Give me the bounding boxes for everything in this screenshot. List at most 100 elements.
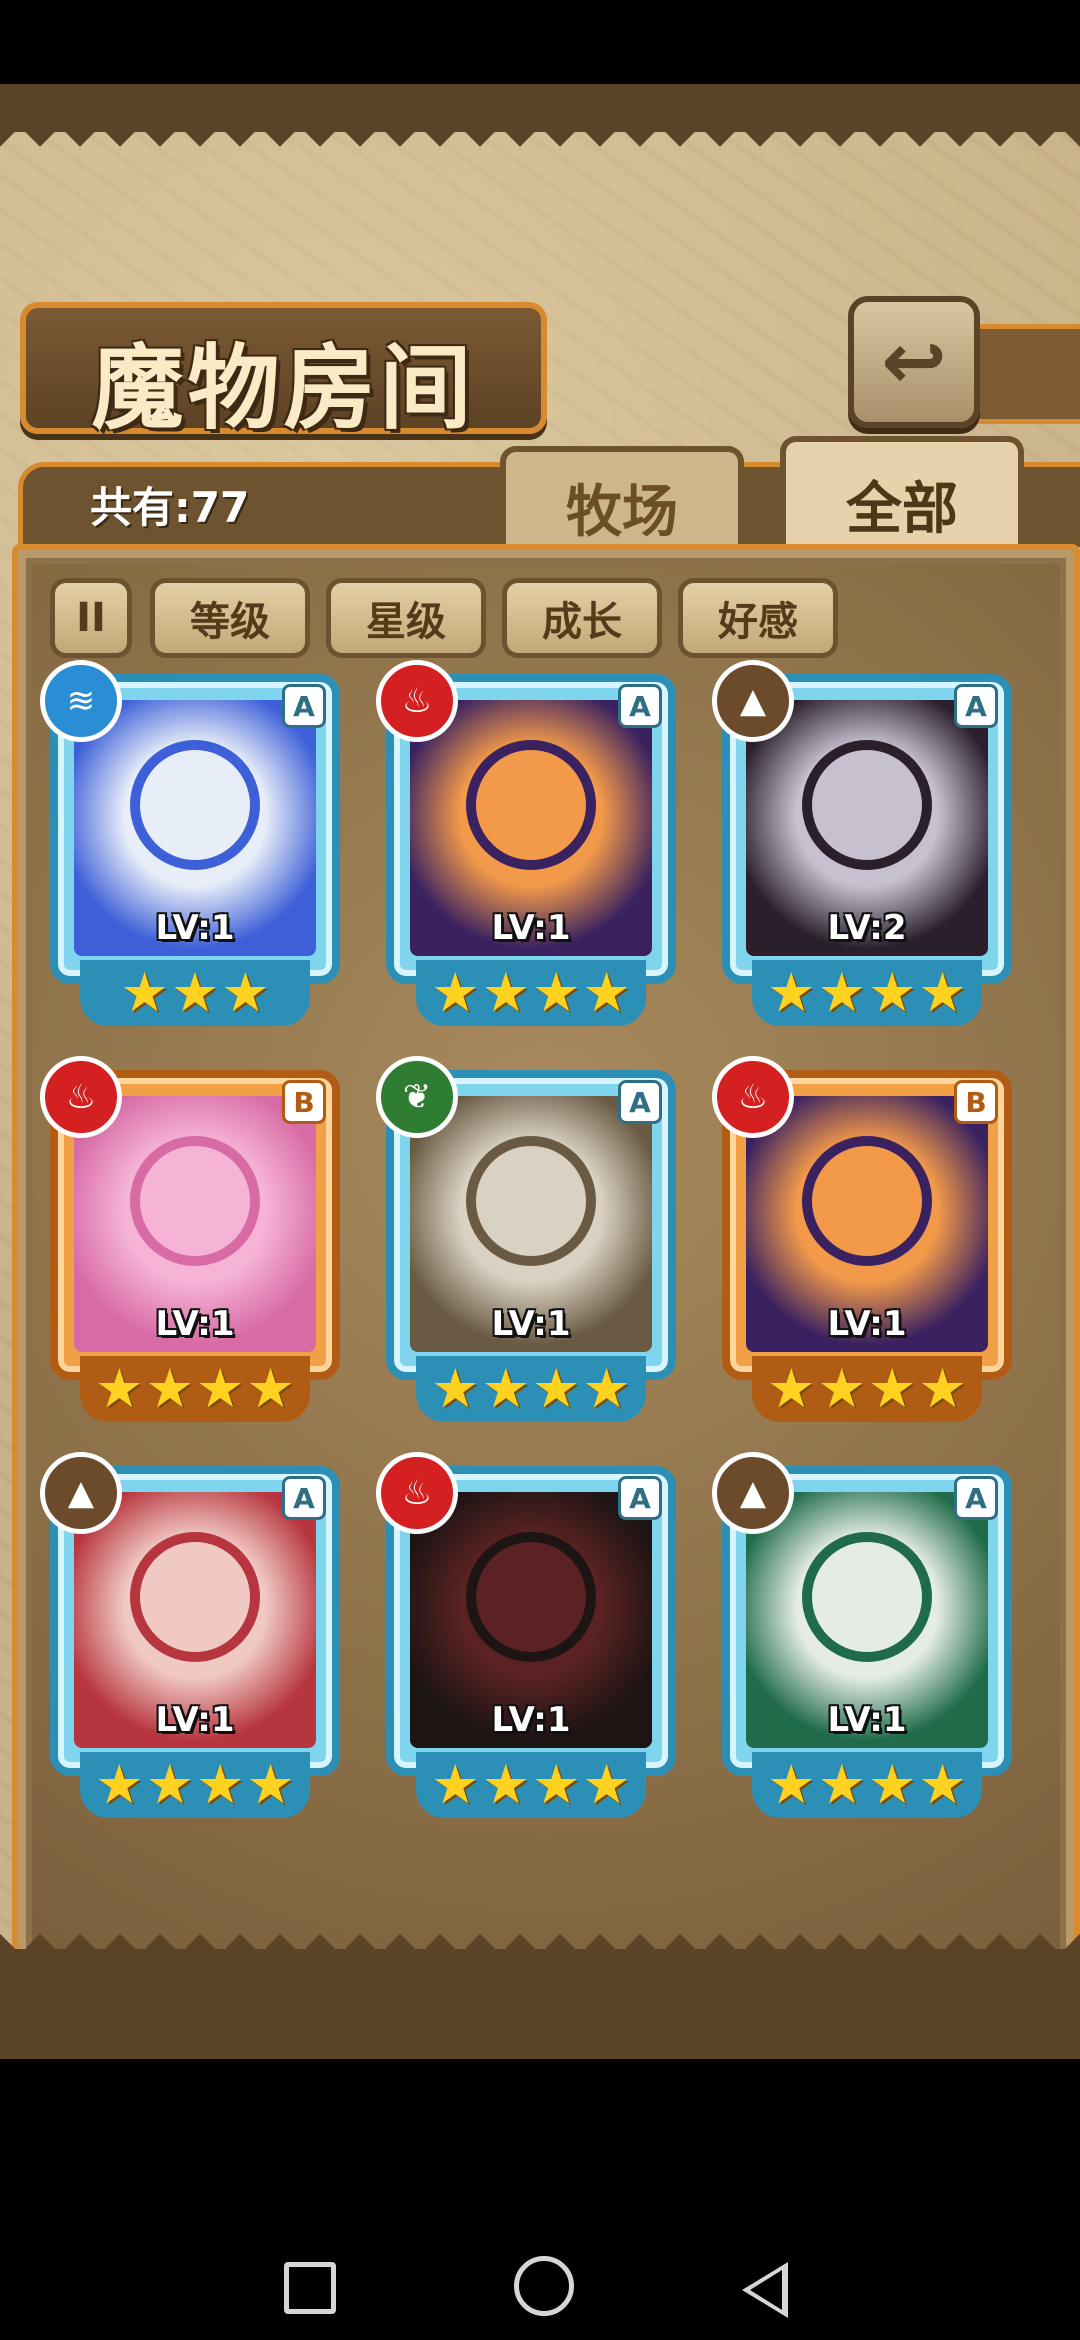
monster-card[interactable]: A ❦ LV:1 ★ ★ ★ ★: [376, 1056, 686, 1426]
star-icon: ★: [817, 1357, 866, 1420]
rank-badge: B: [282, 1080, 326, 1124]
star-icon: ★: [868, 1753, 917, 1816]
title-plate: 魔物房间: [20, 302, 547, 442]
monster-card[interactable]: A ▲ LV:1 ★ ★ ★ ★: [712, 1452, 1022, 1822]
monster-level: LV:1: [155, 908, 235, 948]
rank-badge: A: [618, 1080, 662, 1124]
monster-figure: [140, 1146, 250, 1256]
fire-icon: ♨: [376, 1452, 458, 1534]
star-icon: ★: [431, 961, 480, 1024]
star-rating: ★ ★ ★ ★: [416, 1752, 646, 1818]
sort-affection-button[interactable]: 好感: [678, 578, 838, 658]
monster-card[interactable]: A ▲ LV:2 ★ ★ ★ ★: [712, 660, 1022, 1030]
monster-figure: [476, 1542, 586, 1652]
star-icon: ★: [481, 961, 530, 1024]
rank-badge: A: [954, 1476, 998, 1520]
bottom-border: [0, 1923, 1080, 2059]
star-rating: ★ ★ ★ ★: [752, 960, 982, 1026]
monster-level: LV:2: [827, 908, 907, 948]
star-rating: ★ ★ ★ ★: [80, 1752, 310, 1818]
pause-button[interactable]: II: [50, 578, 132, 658]
star-icon: ★: [95, 1357, 144, 1420]
monster-figure: [812, 750, 922, 860]
monster-count: 共有:77: [90, 483, 250, 532]
rank-badge: A: [954, 684, 998, 728]
star-icon: ★: [481, 1357, 530, 1420]
monster-card[interactable]: A ≋ LV:1 ★ ★ ★: [40, 660, 350, 1030]
sort-star-button[interactable]: 星级: [326, 578, 486, 658]
star-icon: ★: [170, 961, 220, 1024]
sort-growth-button[interactable]: 成长: [502, 578, 662, 658]
water-icon: ≋: [40, 660, 122, 742]
star-icon: ★: [120, 961, 169, 1024]
monster-card[interactable]: B ♨ LV:1 ★ ★ ★ ★: [712, 1056, 1022, 1426]
back-button[interactable]: ↩: [848, 296, 980, 428]
star-rating: ★ ★ ★ ★: [752, 1752, 982, 1818]
star-icon: ★: [246, 1753, 295, 1816]
rank-badge: B: [954, 1080, 998, 1124]
star-icon: ★: [767, 1357, 816, 1420]
star-icon: ★: [431, 1357, 480, 1420]
monster-figure: [476, 750, 586, 860]
wood-icon: ❦: [376, 1056, 458, 1138]
star-icon: ★: [817, 961, 866, 1024]
star-icon: ★: [532, 1753, 581, 1816]
star-icon: ★: [145, 1753, 194, 1816]
star-icon: ★: [817, 1753, 866, 1816]
star-icon: ★: [918, 961, 967, 1024]
star-icon: ★: [246, 1357, 295, 1420]
star-icon: ★: [918, 1357, 967, 1420]
page-title: 魔物房间: [91, 334, 476, 442]
monster-figure: [140, 1542, 250, 1652]
star-icon: ★: [532, 961, 581, 1024]
star-icon: ★: [582, 1357, 631, 1420]
star-icon: ★: [868, 1357, 917, 1420]
monster-card[interactable]: A ♨ LV:1 ★ ★ ★ ★: [376, 660, 686, 1030]
monster-level: LV:1: [827, 1700, 907, 1740]
star-rating: ★ ★ ★ ★: [80, 1356, 310, 1422]
monster-level: LV:1: [491, 1700, 571, 1740]
return-icon: ↩: [881, 317, 947, 407]
monster-level: LV:1: [155, 1304, 235, 1344]
monster-figure: [140, 750, 250, 860]
monster-level: LV:1: [155, 1700, 235, 1740]
star-icon: ★: [767, 961, 816, 1024]
monster-card[interactable]: A ♨ LV:1 ★ ★ ★ ★: [376, 1452, 686, 1822]
sort-level-button[interactable]: 等级: [150, 578, 310, 658]
star-icon: ★: [868, 961, 917, 1024]
star-icon: ★: [431, 1753, 480, 1816]
rank-badge: A: [282, 684, 326, 728]
monster-figure: [812, 1146, 922, 1256]
star-icon: ★: [767, 1753, 816, 1816]
star-icon: ★: [95, 1753, 144, 1816]
earth-icon: ▲: [712, 660, 794, 742]
fire-icon: ♨: [712, 1056, 794, 1138]
rank-badge: A: [282, 1476, 326, 1520]
monster-level: LV:1: [491, 908, 571, 948]
star-icon: ★: [582, 961, 631, 1024]
fire-icon: ♨: [40, 1056, 122, 1138]
monster-card[interactable]: B ♨ LV:1 ★ ★ ★ ★: [40, 1056, 350, 1426]
top-border: [0, 84, 1080, 158]
star-icon: ★: [582, 1753, 631, 1816]
star-rating: ★ ★ ★ ★: [416, 1356, 646, 1422]
monster-figure: [812, 1542, 922, 1652]
home-icon[interactable]: [514, 2256, 574, 2316]
earth-icon: ▲: [712, 1452, 794, 1534]
monster-grid: A ≋ LV:1 ★ ★ ★ A ♨ LV:1 ★ ★ ★ ★ A ▲ LV:2 ★ ★ ★ ★ B ♨ LV:1 ★ ★ ★ ★ A…: [40, 660, 1040, 1840]
rank-badge: A: [618, 1476, 662, 1520]
recent-apps-icon[interactable]: [284, 2262, 336, 2314]
monster-card[interactable]: A ▲ LV:1 ★ ★ ★ ★: [40, 1452, 350, 1822]
star-icon: ★: [481, 1753, 530, 1816]
monster-level: LV:1: [827, 1304, 907, 1344]
rank-badge: A: [618, 684, 662, 728]
back-icon[interactable]: [742, 2262, 788, 2318]
star-icon: ★: [196, 1753, 245, 1816]
fire-icon: ♨: [376, 660, 458, 742]
star-rating: ★ ★ ★ ★: [752, 1356, 982, 1422]
star-icon: ★: [532, 1357, 581, 1420]
game-screen: 魔物房间 ↩ 共有:77 牧场 全部 II 等级 星级 成长 好感 A ≋ LV:1…: [0, 84, 1080, 2059]
star-icon: ★: [221, 961, 270, 1024]
star-rating: ★ ★ ★: [80, 960, 310, 1026]
star-icon: ★: [196, 1357, 245, 1420]
